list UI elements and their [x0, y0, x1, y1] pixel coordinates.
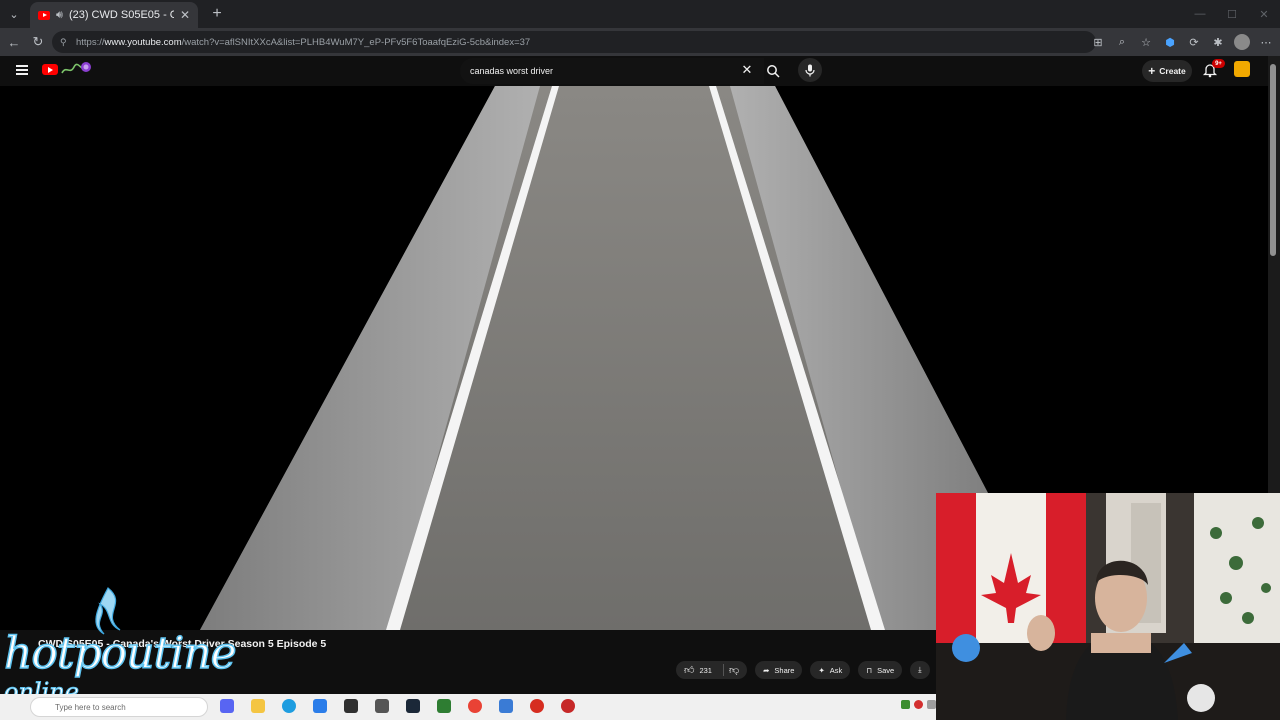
share-label: Share — [774, 665, 795, 675]
close-window-icon[interactable]: ✕ — [1248, 0, 1280, 28]
thumbs-down-icon[interactable]: 👎︎ — [729, 664, 739, 676]
tray-red-icon[interactable] — [914, 700, 923, 709]
youtube-header: canadas worst driver ✕ + Create 9+ — [0, 56, 1268, 86]
create-button[interactable]: + Create — [1142, 60, 1192, 82]
search-query: canadas worst driver — [470, 66, 554, 76]
extensions-puzzle-icon[interactable]: ✱ — [1208, 32, 1228, 52]
sparkle-icon: ✦ — [818, 665, 825, 675]
voice-search-button[interactable] — [798, 58, 822, 82]
system-tray — [901, 700, 936, 709]
extension-blue-icon[interactable]: ⬢ — [1160, 32, 1180, 52]
tray-nvidia-icon[interactable] — [901, 700, 910, 709]
scrollbar-thumb[interactable] — [1270, 64, 1276, 256]
like-divider — [722, 664, 724, 676]
download-button[interactable]: ⤓ — [910, 661, 930, 679]
save-button[interactable]: ⊓ Save — [858, 661, 903, 679]
minecraft-icon[interactable] — [437, 699, 451, 713]
channel-avatar[interactable] — [1234, 61, 1250, 77]
browser-tab-active[interactable]: 🔊︎ (23) CWD S05E05 - Canada's Worst ✕ — [30, 2, 198, 28]
back-button[interactable]: ← — [2, 30, 26, 54]
steam-icon[interactable] — [406, 699, 420, 713]
microphone-icon — [805, 64, 815, 76]
taskbar-search-placeholder: Type here to search — [55, 702, 126, 712]
clear-search-icon[interactable]: ✕ — [738, 61, 756, 79]
bookmark-icon: ⊓ — [866, 665, 873, 675]
install-app-icon[interactable]: ⊞ — [1088, 32, 1108, 52]
share-button[interactable]: ➦ Share — [755, 661, 803, 679]
browser-tab-strip: ⌄ 🔊︎ (23) CWD S05E05 - Canada's Worst ✕ … — [0, 0, 1280, 28]
youtube-favicon-icon — [38, 10, 50, 20]
reload-button[interactable]: ↻ — [26, 30, 50, 54]
notification-badge: 9+ — [1212, 59, 1225, 68]
stream-brand-name: hotpoutine — [3, 628, 237, 679]
webcam-overlay — [936, 493, 1280, 720]
menu-icon[interactable] — [16, 65, 28, 75]
ask-button[interactable]: ✦ Ask — [810, 661, 851, 679]
extension-icons: ⊞ ⌕ ☆ ⬢ ⟳ ✱ ⋯ — [1088, 28, 1276, 56]
webcam-feed-image — [936, 493, 1280, 720]
window-controls: — ☐ ✕ — [1184, 0, 1280, 28]
thumbs-up-icon: 👍︎ — [684, 665, 695, 676]
browser-menu-icon[interactable]: ⋯ — [1256, 32, 1276, 52]
browser-toolbar: ← ↻ ⚲ https://www.youtube.com/watch?v=af… — [0, 28, 1280, 56]
app-blue2-icon[interactable] — [499, 699, 513, 713]
youtube-doodle-icon[interactable] — [60, 61, 92, 77]
speaker-icon[interactable]: 🔊︎ — [56, 9, 63, 22]
youtube-logo-icon[interactable] — [42, 64, 58, 75]
refresh-extension-icon[interactable]: ⟳ — [1184, 32, 1204, 52]
obs-icon[interactable] — [344, 699, 358, 713]
address-bar[interactable]: ⚲ https://www.youtube.com/watch?v=aflSNI… — [52, 31, 1096, 53]
file-explorer-icon[interactable] — [251, 699, 265, 713]
tab-close-icon[interactable]: ✕ — [180, 8, 190, 22]
site-info-icon[interactable]: ⚲ — [60, 37, 70, 47]
video-actions: 👍︎ 231 👎︎ ➦ Share ✦ Ask ⊓ Save ⤓ — [676, 661, 930, 679]
plus-icon: + — [1148, 64, 1156, 78]
os-taskbar: Type here to search — [0, 694, 938, 720]
tab-list-button[interactable]: ⌄ — [0, 0, 28, 28]
search-button[interactable] — [760, 58, 786, 84]
taskbar-search-input[interactable]: Type here to search — [30, 697, 208, 717]
minimize-icon[interactable]: — — [1184, 0, 1216, 28]
maximize-icon[interactable]: ☐ — [1216, 0, 1248, 28]
back-arrow-icon: ← — [7, 34, 21, 50]
share-arrow-icon: ➦ — [763, 665, 770, 675]
profile-avatar[interactable] — [1232, 32, 1252, 52]
app-red-icon[interactable] — [530, 699, 544, 713]
app-red2-icon[interactable] — [561, 699, 575, 713]
like-button[interactable]: 👍︎ 231 👎︎ — [676, 661, 748, 679]
zoom-icon[interactable]: ⌕ — [1112, 32, 1132, 52]
app-blue-icon[interactable] — [313, 699, 327, 713]
tray-misc-icon[interactable] — [927, 700, 936, 709]
chrome-icon[interactable] — [468, 699, 482, 713]
create-label: Create — [1159, 66, 1186, 76]
discord-icon[interactable] — [220, 699, 234, 713]
search-icon — [767, 65, 780, 78]
edge-browser-icon[interactable] — [282, 699, 296, 713]
avatar — [1234, 34, 1250, 50]
reload-icon: ↻ — [32, 34, 44, 49]
url-prefix: https:// — [76, 36, 105, 48]
ask-label: Ask — [829, 665, 843, 675]
url-path: /watch?v=aflSNItXXcA&list=PLHB4WuM7Y_eP-… — [181, 36, 531, 48]
settings-gear-icon[interactable] — [375, 699, 389, 713]
bookmark-star-icon[interactable]: ☆ — [1136, 32, 1156, 52]
chevron-down-icon: ⌄ — [9, 8, 19, 21]
search-input[interactable]: canadas worst driver — [460, 58, 764, 84]
url-domain: www.youtube.com — [104, 36, 182, 48]
like-count: 231 — [699, 665, 712, 675]
save-label: Save — [877, 665, 895, 675]
new-tab-button[interactable]: + — [204, 1, 230, 27]
tab-title: (23) CWD S05E05 - Canada's Worst — [68, 9, 174, 21]
download-icon: ⤓ — [918, 665, 922, 674]
